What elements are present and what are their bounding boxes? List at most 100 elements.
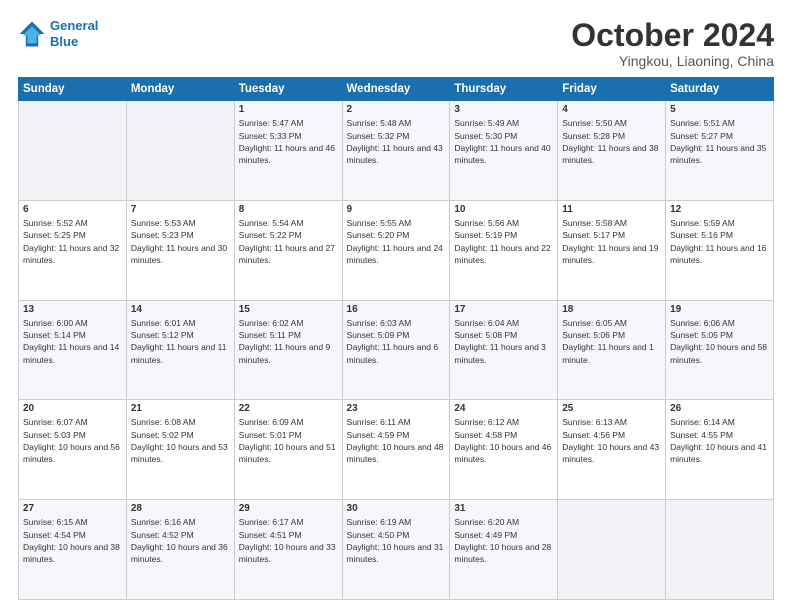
day-number: 5 [670, 104, 769, 115]
cell-content: Sunrise: 5:55 AMSunset: 5:20 PMDaylight:… [347, 217, 446, 266]
calendar-cell: 16 Sunrise: 6:03 AMSunset: 5:09 PMDayligh… [342, 300, 450, 400]
calendar-cell: 23 Sunrise: 6:11 AMSunset: 4:59 PMDayligh… [342, 400, 450, 500]
calendar-cell: 21Sunrise: 6:08 AMSunset: 5:02 PMDayligh… [126, 400, 234, 500]
weekday-header-tuesday: Tuesday [234, 78, 342, 101]
weekday-header-friday: Friday [558, 78, 666, 101]
calendar-cell: 7 Sunrise: 5:53 AMSunset: 5:23 PMDaylight… [126, 200, 234, 300]
logo: General Blue [18, 18, 98, 49]
day-number: 23 [347, 403, 446, 414]
header: General Blue October 2024 Yingkou, Liaon… [18, 18, 774, 69]
week-row-4: 20 Sunrise: 6:07 AMSunset: 5:03 PMDayligh… [19, 400, 774, 500]
day-number: 8 [239, 204, 338, 215]
cell-content: Sunrise: 6:11 AMSunset: 4:59 PMDaylight:… [347, 416, 446, 465]
calendar-cell: 17Sunrise: 6:04 AMSunset: 5:08 PMDayligh… [450, 300, 558, 400]
day-number: 6 [23, 204, 122, 215]
day-number: 3 [454, 104, 553, 115]
calendar-cell: 12Sunrise: 5:59 AMSunset: 5:16 PMDayligh… [666, 200, 774, 300]
cell-content: Sunrise: 6:12 AMSunset: 4:58 PMDaylight:… [454, 416, 553, 465]
day-number: 18 [562, 304, 661, 315]
calendar-cell: 22Sunrise: 6:09 AMSunset: 5:01 PMDayligh… [234, 400, 342, 500]
calendar-cell: 11 Sunrise: 5:58 AMSunset: 5:17 PMDayligh… [558, 200, 666, 300]
calendar-cell: 29 Sunrise: 6:17 AMSunset: 4:51 PMDayligh… [234, 500, 342, 600]
calendar-cell [126, 101, 234, 201]
day-number: 12 [670, 204, 769, 215]
cell-content: Sunrise: 5:48 AMSunset: 5:32 PMDaylight:… [347, 117, 446, 166]
calendar-cell [558, 500, 666, 600]
cell-content: Sunrise: 6:00 AMSunset: 5:14 PMDaylight:… [23, 317, 122, 366]
day-number: 2 [347, 104, 446, 115]
cell-content: Sunrise: 5:56 AMSunset: 5:19 PMDaylight:… [454, 217, 553, 266]
day-number: 30 [347, 503, 446, 514]
calendar-cell: 9 Sunrise: 5:55 AMSunset: 5:20 PMDaylight… [342, 200, 450, 300]
calendar-cell: 14 Sunrise: 6:01 AMSunset: 5:12 PMDayligh… [126, 300, 234, 400]
cell-content: Sunrise: 5:53 AMSunset: 5:23 PMDaylight:… [131, 217, 230, 266]
day-number: 16 [347, 304, 446, 315]
week-row-2: 6 Sunrise: 5:52 AMSunset: 5:25 PMDaylight… [19, 200, 774, 300]
calendar-cell: 24 Sunrise: 6:12 AMSunset: 4:58 PMDayligh… [450, 400, 558, 500]
day-number: 7 [131, 204, 230, 215]
title-area: October 2024 Yingkou, Liaoning, China [571, 18, 774, 69]
calendar-cell: 20 Sunrise: 6:07 AMSunset: 5:03 PMDayligh… [19, 400, 127, 500]
day-number: 4 [562, 104, 661, 115]
day-number: 31 [454, 503, 553, 514]
calendar-cell: 18 Sunrise: 6:05 AMSunset: 5:06 PMDayligh… [558, 300, 666, 400]
cell-content: Sunrise: 6:13 AMSunset: 4:56 PMDaylight:… [562, 416, 661, 465]
weekday-header-monday: Monday [126, 78, 234, 101]
cell-content: Sunrise: 6:14 AMSunset: 4:55 PMDaylight:… [670, 416, 769, 465]
cell-content: Sunrise: 6:17 AMSunset: 4:51 PMDaylight:… [239, 516, 338, 565]
day-number: 9 [347, 204, 446, 215]
location-subtitle: Yingkou, Liaoning, China [571, 53, 774, 69]
cell-content: Sunrise: 5:47 AMSunset: 5:33 PMDaylight:… [239, 117, 338, 166]
weekday-header-row: SundayMondayTuesdayWednesdayThursdayFrid… [19, 78, 774, 101]
cell-content: Sunrise: 5:51 AMSunset: 5:27 PMDaylight:… [670, 117, 769, 166]
calendar-cell: 15Sunrise: 6:02 AMSunset: 5:11 PMDayligh… [234, 300, 342, 400]
cell-content: Sunrise: 6:19 AMSunset: 4:50 PMDaylight:… [347, 516, 446, 565]
day-number: 24 [454, 403, 553, 414]
cell-content: Sunrise: 5:54 AMSunset: 5:22 PMDaylight:… [239, 217, 338, 266]
week-row-1: 1 Sunrise: 5:47 AMSunset: 5:33 PMDaylight… [19, 101, 774, 201]
day-number: 1 [239, 104, 338, 115]
day-number: 11 [562, 204, 661, 215]
cell-content: Sunrise: 5:58 AMSunset: 5:17 PMDaylight:… [562, 217, 661, 266]
weekday-header-sunday: Sunday [19, 78, 127, 101]
calendar-cell: 26 Sunrise: 6:14 AMSunset: 4:55 PMDayligh… [666, 400, 774, 500]
calendar-cell: 2 Sunrise: 5:48 AMSunset: 5:32 PMDaylight… [342, 101, 450, 201]
cell-content: Sunrise: 6:02 AMSunset: 5:11 PMDaylight:… [239, 317, 338, 366]
day-number: 14 [131, 304, 230, 315]
day-number: 13 [23, 304, 122, 315]
calendar-cell: 28Sunrise: 6:16 AMSunset: 4:52 PMDayligh… [126, 500, 234, 600]
calendar-cell: 3 Sunrise: 5:49 AMSunset: 5:30 PMDaylight… [450, 101, 558, 201]
calendar-cell [666, 500, 774, 600]
calendar-cell: 6 Sunrise: 5:52 AMSunset: 5:25 PMDaylight… [19, 200, 127, 300]
cell-content: Sunrise: 5:52 AMSunset: 5:25 PMDaylight:… [23, 217, 122, 266]
cell-content: Sunrise: 6:07 AMSunset: 5:03 PMDaylight:… [23, 416, 122, 465]
cell-content: Sunrise: 6:01 AMSunset: 5:12 PMDaylight:… [131, 317, 230, 366]
logo-icon [18, 20, 46, 48]
calendar-cell: 30 Sunrise: 6:19 AMSunset: 4:50 PMDayligh… [342, 500, 450, 600]
weekday-header-thursday: Thursday [450, 78, 558, 101]
page: General Blue October 2024 Yingkou, Liaon… [0, 0, 792, 612]
calendar-cell: 19Sunrise: 6:06 AMSunset: 5:05 PMDayligh… [666, 300, 774, 400]
day-number: 17 [454, 304, 553, 315]
day-number: 27 [23, 503, 122, 514]
calendar-cell [19, 101, 127, 201]
day-number: 29 [239, 503, 338, 514]
cell-content: Sunrise: 6:05 AMSunset: 5:06 PMDaylight:… [562, 317, 661, 366]
cell-content: Sunrise: 6:03 AMSunset: 5:09 PMDaylight:… [347, 317, 446, 366]
day-number: 28 [131, 503, 230, 514]
day-number: 26 [670, 403, 769, 414]
calendar-table: SundayMondayTuesdayWednesdayThursdayFrid… [18, 77, 774, 600]
day-number: 21 [131, 403, 230, 414]
cell-content: Sunrise: 6:09 AMSunset: 5:01 PMDaylight:… [239, 416, 338, 465]
calendar-cell: 1 Sunrise: 5:47 AMSunset: 5:33 PMDaylight… [234, 101, 342, 201]
calendar-cell: 25 Sunrise: 6:13 AMSunset: 4:56 PMDayligh… [558, 400, 666, 500]
logo-general: General [50, 18, 98, 33]
day-number: 20 [23, 403, 122, 414]
day-number: 19 [670, 304, 769, 315]
cell-content: Sunrise: 5:50 AMSunset: 5:28 PMDaylight:… [562, 117, 661, 166]
week-row-5: 27Sunrise: 6:15 AMSunset: 4:54 PMDayligh… [19, 500, 774, 600]
calendar-cell: 10Sunrise: 5:56 AMSunset: 5:19 PMDayligh… [450, 200, 558, 300]
calendar-cell: 8 Sunrise: 5:54 AMSunset: 5:22 PMDaylight… [234, 200, 342, 300]
cell-content: Sunrise: 5:49 AMSunset: 5:30 PMDaylight:… [454, 117, 553, 166]
day-number: 25 [562, 403, 661, 414]
